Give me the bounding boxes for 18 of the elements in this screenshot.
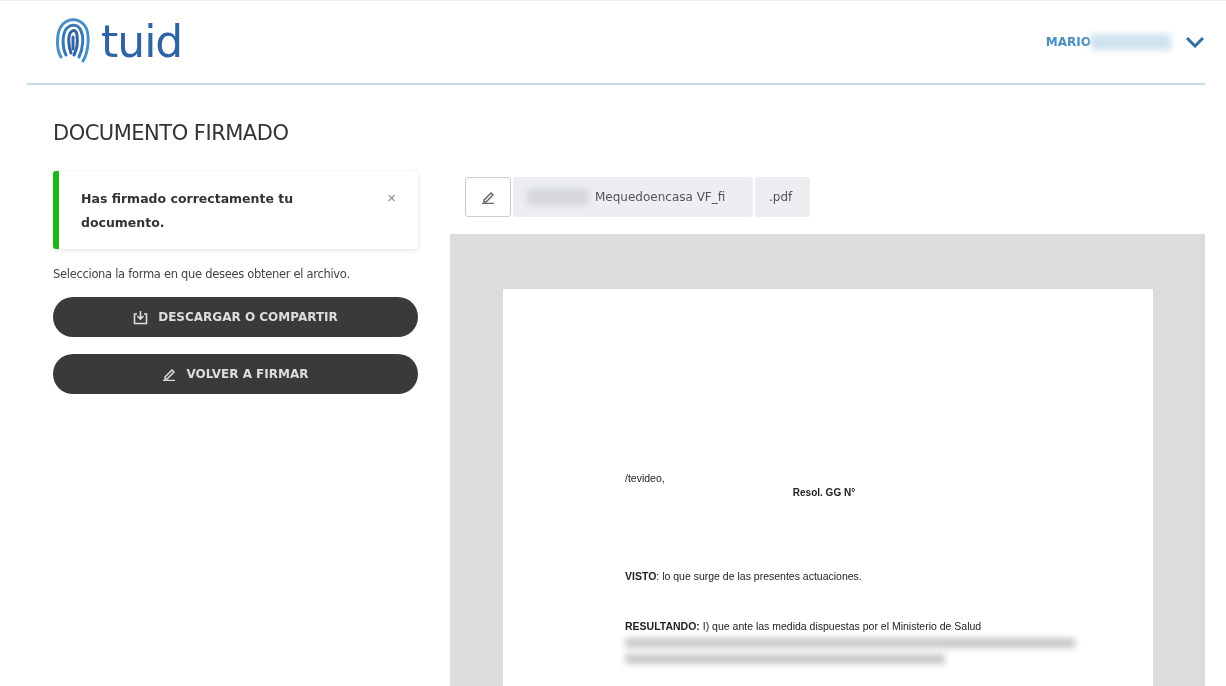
pencil-icon: [162, 367, 177, 381]
file-extension: .pdf: [755, 177, 811, 217]
alert-message: Has firmado correctamente tu documento.: [81, 190, 295, 232]
document-paragraph: RESULTANDO: I) que ante las medida dispuestas por el Ministerio de Salud: [625, 620, 983, 632]
document-text: /tevideo,: [625, 472, 666, 484]
download-icon: [133, 309, 149, 325]
logo-text: tuid: [101, 20, 183, 64]
user-name: MARIO: [1045, 35, 1091, 49]
close-button[interactable]: ×: [387, 189, 396, 206]
sign-again-button[interactable]: VOLVER A FIRMAR: [53, 354, 418, 394]
download-share-button[interactable]: DESCARGAR O COMPARTIR: [53, 297, 418, 337]
instruction-text: Selecciona la forma en que desees obtener el archivo.: [53, 267, 351, 281]
resolution-heading: Resol. GG N°: [791, 487, 857, 498]
pencil-icon: [481, 190, 495, 204]
page-title: DOCUMENTO FIRMADO: [53, 121, 290, 145]
chevron-down-icon[interactable]: [1185, 36, 1205, 48]
document-paragraph: VISTO: lo que surge de las presentes actuaciones.: [625, 570, 863, 582]
file-name-field[interactable]: Mequedoencasa VF_fi: [513, 177, 753, 217]
